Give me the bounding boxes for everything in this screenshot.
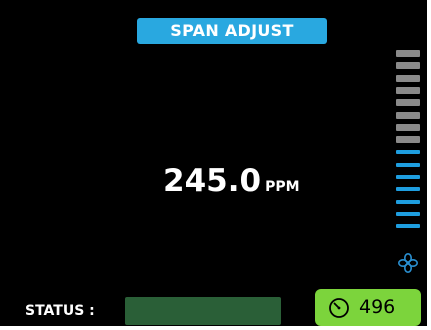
- level-segment: [396, 124, 420, 131]
- level-segment: [396, 212, 420, 216]
- level-segment: [396, 224, 420, 228]
- level-segment: [396, 150, 420, 154]
- timer-icon: [328, 297, 350, 319]
- status-indicator: [125, 297, 281, 325]
- level-segment: [396, 75, 420, 82]
- level-segment: [396, 163, 420, 167]
- level-segment: [396, 62, 420, 69]
- level-segment: [396, 50, 420, 57]
- display-screen: SPAN ADJUST 245.0 PPM STATUS : 496: [0, 0, 431, 330]
- level-segment: [396, 187, 420, 191]
- reading-unit: PPM: [265, 179, 300, 195]
- level-segment: [396, 175, 420, 179]
- level-segment: [396, 112, 420, 119]
- status-label: STATUS :: [25, 303, 95, 319]
- level-segment: [396, 200, 420, 204]
- counter-badge: 496: [315, 289, 421, 326]
- level-segment: [396, 99, 420, 106]
- fan-icon: [397, 252, 419, 274]
- concentration-reading: 245.0 PPM: [163, 163, 300, 199]
- mode-title: SPAN ADJUST: [137, 18, 327, 44]
- reading-value: 245.0: [163, 163, 262, 199]
- counter-value: 496: [359, 296, 396, 318]
- level-meter: [396, 50, 420, 250]
- level-segment: [396, 87, 420, 94]
- level-segment: [396, 136, 420, 143]
